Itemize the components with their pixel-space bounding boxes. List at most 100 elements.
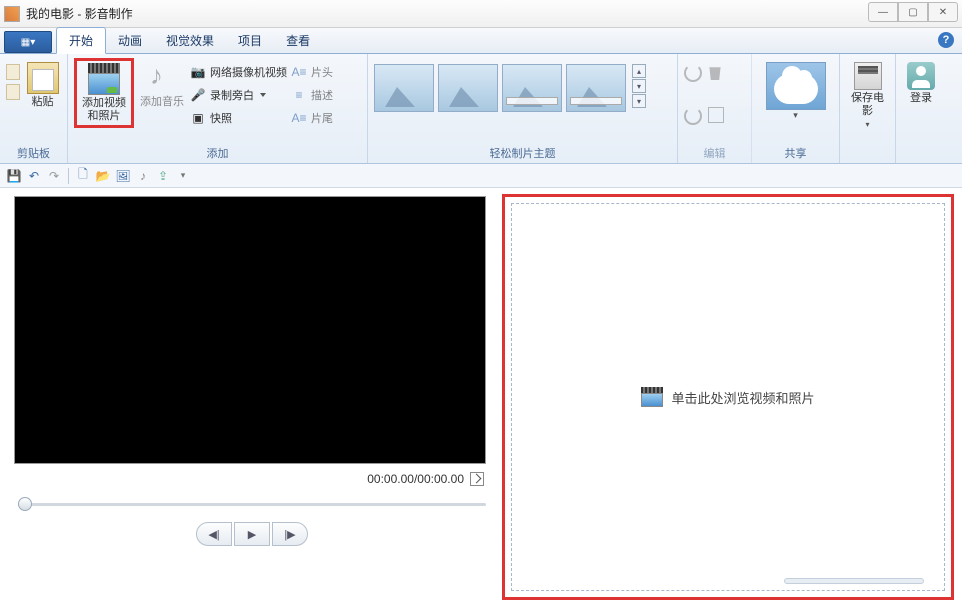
theme-scroll-up[interactable]: ▴ [632, 64, 646, 78]
snapshot-icon: ▣ [190, 110, 206, 126]
tab-project[interactable]: 项目 [226, 28, 274, 53]
rotate-left-icon[interactable] [684, 64, 702, 82]
timeline-panel: 单击此处浏览视频和照片 [500, 188, 962, 604]
timecode-row: 00:00.00/00:00.00 [14, 464, 490, 490]
login-button[interactable]: 登录 [902, 58, 940, 105]
theme-2[interactable] [438, 64, 498, 112]
ribbon: 粘贴 剪贴板 添加视频 和照片 添加音乐 📷 网络摄像机视频 [0, 54, 962, 164]
qat-open-icon[interactable]: 📂 [95, 168, 111, 184]
group-label-themes: 轻松制片主题 [374, 143, 671, 161]
add-video-photo-button[interactable]: 添加视频 和照片 [74, 58, 134, 128]
maximize-button[interactable]: ▢ [898, 2, 928, 22]
title-top-icon: A≡ [291, 64, 307, 80]
record-narration-button[interactable]: 🎤 录制旁白 [190, 85, 287, 105]
browse-media-dropzone[interactable]: 单击此处浏览视频和照片 [511, 203, 945, 591]
group-label-share: 共享 [758, 143, 833, 161]
title-end-icon: A≡ [291, 110, 307, 126]
qat-save-icon[interactable]: 💾 [6, 168, 22, 184]
webcam-video-button[interactable]: 📷 网络摄像机视频 [190, 62, 287, 82]
seek-slider[interactable] [18, 494, 486, 514]
window-title: 我的电影 - 影音制作 [26, 5, 133, 22]
app-icon [4, 6, 20, 22]
add-music-button[interactable]: 添加音乐 [138, 58, 186, 109]
dropzone-text: 单击此处浏览视频和照片 [671, 388, 814, 407]
group-label-edit: 编辑 [684, 143, 745, 161]
group-edit: 编辑 [678, 54, 752, 163]
theme-4[interactable] [566, 64, 626, 112]
video-preview[interactable] [14, 196, 486, 464]
titlebar: 我的电影 - 影音制作 — ▢ ✕ [0, 0, 962, 28]
save-movie-icon [854, 62, 882, 90]
timecode-text: 00:00.00/00:00.00 [367, 472, 464, 486]
add-music-label: 添加音乐 [140, 96, 184, 109]
qat-redo-icon[interactable]: ↷ [46, 168, 62, 184]
help-icon[interactable]: ? [938, 32, 954, 48]
cut-icon[interactable] [6, 64, 20, 80]
desc-icon: ≡ [291, 87, 307, 103]
dropzone-media-icon [641, 387, 663, 407]
qat-addmedia-icon[interactable]: 🖼 [115, 168, 131, 184]
cloud-icon [774, 74, 818, 104]
theme-scroll: ▴ ▾ ▾ [632, 64, 646, 108]
ribbon-tabs: ▦▾ 开始 动画 视觉效果 项目 查看 ? [0, 28, 962, 54]
group-login: 登录 [896, 54, 946, 163]
snapshot-button[interactable]: ▣ 快照 [190, 108, 287, 128]
tab-visual-effects[interactable]: 视觉效果 [154, 28, 226, 53]
add-media-label: 添加视频 和照片 [82, 97, 126, 123]
share-cloud-button[interactable] [766, 62, 826, 110]
playback-controls: ◀| ▶ |▶ [14, 522, 490, 546]
save-movie-label: 保存电影 [846, 92, 889, 118]
rotate-right-icon[interactable] [684, 107, 702, 125]
music-icon [146, 62, 178, 94]
theme-3[interactable] [502, 64, 562, 112]
webcam-icon: 📷 [190, 64, 206, 80]
timeline-scrollbar[interactable] [784, 578, 924, 584]
qat-more-icon[interactable]: ▾ [175, 168, 191, 184]
title-top-button[interactable]: A≡ 片头 [291, 62, 333, 82]
seek-thumb[interactable] [18, 497, 32, 511]
qat-music-icon[interactable]: ♪ [135, 168, 151, 184]
login-label: 登录 [910, 92, 932, 105]
qat-publish-icon[interactable]: ⇪ [155, 168, 171, 184]
file-menu-button[interactable]: ▦▾ [4, 31, 52, 53]
main-area: 00:00.00/00:00.00 ◀| ▶ |▶ 单击此处浏览视频和照片 [0, 188, 962, 604]
group-clipboard: 粘贴 剪贴板 [0, 54, 68, 163]
group-save: 保存电影 ▾ [840, 54, 896, 163]
title-end-button[interactable]: A≡ 片尾 [291, 108, 333, 128]
group-label-clipboard: 剪贴板 [6, 143, 61, 161]
group-themes: ▴ ▾ ▾ 轻松制片主题 [368, 54, 678, 163]
group-share: ▾ 共享 [752, 54, 840, 163]
chevron-down-icon [260, 93, 266, 97]
paste-icon [27, 62, 59, 94]
mic-icon: 🎤 [190, 87, 206, 103]
delete-icon[interactable] [708, 64, 722, 80]
quick-access-toolbar: 💾 ↶ ↷ 🗋 📂 🖼 ♪ ⇪ ▾ [0, 164, 962, 188]
timeline-highlight: 单击此处浏览视频和照片 [502, 194, 954, 600]
tab-start[interactable]: 开始 [56, 27, 106, 54]
group-label-add: 添加 [74, 143, 361, 161]
theme-scroll-down[interactable]: ▾ [632, 79, 646, 93]
preview-panel: 00:00.00/00:00.00 ◀| ▶ |▶ [0, 188, 500, 604]
save-movie-button[interactable]: 保存电影 ▾ [846, 58, 889, 129]
paste-label: 粘贴 [32, 96, 54, 109]
minimize-button[interactable]: — [868, 2, 898, 22]
group-add: 添加视频 和照片 添加音乐 📷 网络摄像机视频 🎤 录制旁白 ▣ 快照 [68, 54, 368, 163]
tab-animation[interactable]: 动画 [106, 28, 154, 53]
qat-undo-icon[interactable]: ↶ [26, 168, 42, 184]
tab-view[interactable]: 查看 [274, 28, 322, 53]
fullscreen-icon[interactable] [470, 472, 484, 486]
share-dropdown[interactable]: ▾ [793, 110, 798, 121]
close-button[interactable]: ✕ [928, 2, 958, 22]
select-all-icon[interactable] [708, 107, 724, 123]
theme-more-button[interactable]: ▾ [632, 94, 646, 108]
copy-icon[interactable] [6, 84, 20, 100]
play-button[interactable]: ▶ [234, 522, 270, 546]
qat-new-icon[interactable]: 🗋 [75, 168, 91, 184]
prev-frame-button[interactable]: ◀| [196, 522, 232, 546]
description-button[interactable]: ≡ 描述 [291, 85, 333, 105]
paste-button[interactable]: 粘贴 [24, 58, 61, 109]
theme-1[interactable] [374, 64, 434, 112]
next-frame-button[interactable]: |▶ [272, 522, 308, 546]
add-media-icon [88, 63, 120, 95]
user-icon [907, 62, 935, 90]
